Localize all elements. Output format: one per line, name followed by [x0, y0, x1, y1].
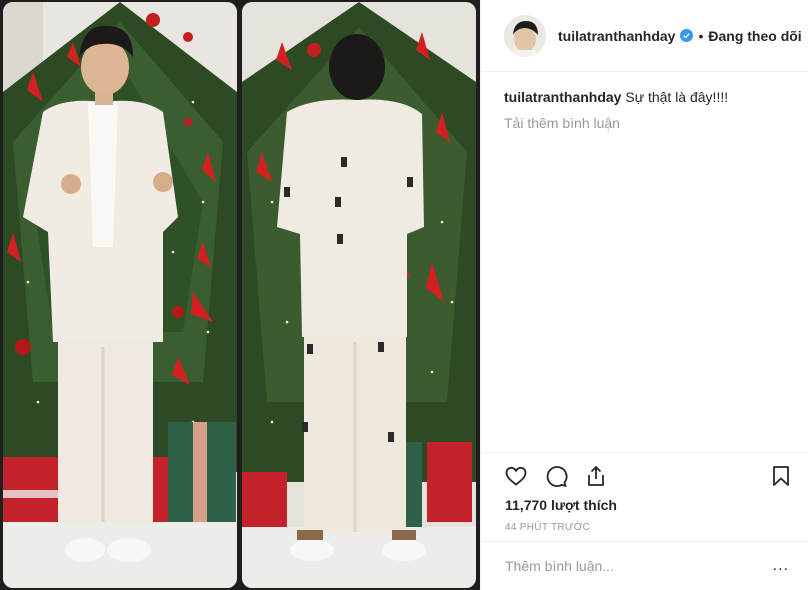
actions-area: 11,770 lượt thích 44 PHÚT TRƯỚC	[481, 452, 808, 540]
likes-count[interactable]: 11,770 lượt thích	[505, 497, 617, 513]
heart-icon[interactable]	[503, 463, 529, 489]
avatar[interactable]	[504, 14, 546, 57]
likes-label: lượt thích	[550, 497, 617, 513]
caption-text: Sự thật là đây!!!!	[625, 89, 729, 105]
more-options-icon[interactable]: ...	[773, 558, 789, 574]
photo-back-view	[242, 2, 476, 588]
post-timestamp[interactable]: 44 PHÚT TRƯỚC	[505, 522, 590, 533]
likes-number: 11,770	[505, 497, 548, 513]
separator-dot: •	[698, 27, 704, 44]
caption-username[interactable]: tuilatranthanhday	[504, 89, 621, 105]
comment-input[interactable]	[505, 558, 745, 574]
photo-front-view	[3, 2, 237, 588]
post-header: tuilatranthanhday • Đang theo dõi	[481, 0, 808, 72]
caption: tuilatranthanhday Sự thật là đây!!!!	[504, 88, 794, 106]
load-more-comments-link[interactable]: Tải thêm bình luận	[504, 115, 794, 131]
verified-badge-icon	[680, 29, 694, 42]
add-comment-bar: ...	[481, 541, 808, 590]
following-button[interactable]: Đang theo dõi	[708, 28, 801, 44]
post-image[interactable]	[0, 0, 480, 590]
post-side-panel: tuilatranthanhday • Đang theo dõi tuilat…	[480, 0, 808, 590]
username-link[interactable]: tuilatranthanhday	[558, 28, 675, 44]
comments-section: tuilatranthanhday Sự thật là đây!!!! Tải…	[504, 88, 794, 131]
comment-icon[interactable]	[543, 463, 569, 489]
action-icons	[503, 463, 609, 489]
bookmark-icon[interactable]	[768, 463, 794, 489]
share-icon[interactable]	[583, 463, 609, 489]
